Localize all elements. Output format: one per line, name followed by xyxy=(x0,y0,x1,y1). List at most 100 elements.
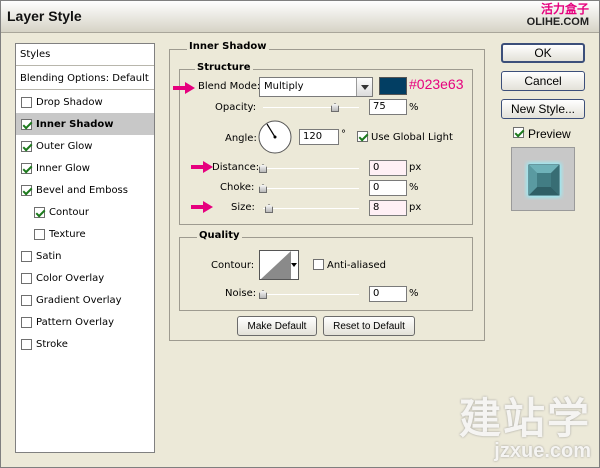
blending-options-item[interactable]: Blending Options: Default xyxy=(16,68,154,90)
style-item-checkbox[interactable] xyxy=(21,140,32,152)
noise-label: Noise: xyxy=(225,288,257,299)
preview-checkbox[interactable] xyxy=(513,127,524,138)
style-item-label: Texture xyxy=(49,228,86,240)
style-item-gradient-overlay[interactable]: Gradient Overlay xyxy=(16,289,154,311)
noise-slider-track[interactable] xyxy=(263,294,359,295)
choke-input[interactable]: 0 xyxy=(369,180,407,196)
noise-unit: % xyxy=(409,288,419,299)
distance-input[interactable]: 0 xyxy=(369,160,407,176)
opacity-unit: % xyxy=(409,102,419,113)
opacity-slider-track[interactable] xyxy=(263,107,359,108)
watermark-bottom-url: jzxue.com xyxy=(494,440,591,462)
style-item-checkbox[interactable] xyxy=(21,338,32,350)
style-item-outer-glow[interactable]: Outer Glow xyxy=(16,135,154,157)
cancel-button[interactable]: Cancel xyxy=(501,71,585,91)
distance-slider-track[interactable] xyxy=(263,168,359,169)
choke-label: Choke: xyxy=(220,182,255,193)
size-input[interactable]: 8 xyxy=(369,200,407,216)
chevron-down-icon xyxy=(356,78,372,96)
opacity-label: Opacity: xyxy=(215,102,257,113)
structure-title: Structure xyxy=(195,62,253,73)
style-item-contour[interactable]: Contour xyxy=(16,201,154,223)
style-item-label: Drop Shadow xyxy=(36,96,103,108)
contour-label: Contour: xyxy=(211,260,255,271)
style-item-checkbox[interactable] xyxy=(34,206,45,218)
blend-mode-arrow-icon xyxy=(173,82,195,94)
style-item-label: Color Overlay xyxy=(36,272,105,284)
style-item-label: Pattern Overlay xyxy=(36,316,115,328)
style-item-inner-shadow[interactable]: Inner Shadow xyxy=(16,113,154,135)
style-item-inner-glow[interactable]: Inner Glow xyxy=(16,157,154,179)
blend-mode-value: Multiply xyxy=(264,81,304,92)
style-item-pattern-overlay[interactable]: Pattern Overlay xyxy=(16,311,154,333)
style-item-checkbox[interactable] xyxy=(34,228,45,240)
styles-header[interactable]: Styles xyxy=(16,44,154,66)
color-hex-annotation: #023e63 xyxy=(409,76,464,92)
watermark-bottom-cn: 建站学 xyxy=(458,395,591,442)
style-item-label: Gradient Overlay xyxy=(36,294,122,306)
size-label: Size: xyxy=(231,202,255,213)
style-item-checkbox[interactable] xyxy=(21,250,32,262)
style-item-texture[interactable]: Texture xyxy=(16,223,154,245)
style-item-checkbox[interactable] xyxy=(21,316,32,328)
shadow-color-swatch[interactable] xyxy=(379,77,407,95)
style-item-checkbox[interactable] xyxy=(21,294,32,306)
size-slider-track[interactable] xyxy=(263,208,359,209)
styles-list: Styles Blending Options: Default Drop Sh… xyxy=(15,43,155,453)
style-item-bevel-and-emboss[interactable]: Bevel and Emboss xyxy=(16,179,154,201)
size-arrow-icon xyxy=(191,201,213,213)
inner-shadow-title: Inner Shadow xyxy=(187,41,269,52)
use-global-light-checkbox[interactable] xyxy=(357,131,368,142)
ok-button[interactable]: OK xyxy=(501,43,585,63)
style-item-label: Stroke xyxy=(36,338,68,350)
blend-mode-select[interactable]: Multiply xyxy=(259,77,373,97)
anti-aliased-checkbox[interactable] xyxy=(313,259,324,270)
style-item-label: Bevel and Emboss xyxy=(36,184,128,196)
style-item-checkbox[interactable] xyxy=(21,96,32,108)
preview-thumbnail-icon xyxy=(527,163,561,197)
use-global-light-label: Use Global Light xyxy=(371,132,453,143)
opacity-input[interactable]: 75 xyxy=(369,99,407,115)
watermark-top: 活力盒子 OLIHE.COM xyxy=(526,2,589,29)
style-item-label: Satin xyxy=(36,250,62,262)
preview-label: Preview xyxy=(528,127,571,141)
distance-unit: px xyxy=(409,162,422,173)
style-item-color-overlay[interactable]: Color Overlay xyxy=(16,267,154,289)
make-default-button[interactable]: Make Default xyxy=(237,316,317,336)
title-bar[interactable]: Layer Style 活力盒子 OLIHE.COM xyxy=(1,1,599,33)
distance-arrow-icon xyxy=(191,161,213,173)
anti-aliased-label: Anti-aliased xyxy=(327,260,387,271)
style-item-checkbox[interactable] xyxy=(21,184,32,196)
layer-style-dialog: Layer Style 活力盒子 OLIHE.COM Styles Blendi… xyxy=(0,0,600,468)
style-item-label: Contour xyxy=(49,206,89,218)
blend-mode-label: Blend Mode: xyxy=(198,81,261,92)
watermark-bottom: 建站学 jzxue.com xyxy=(458,395,591,462)
angle-label: Angle: xyxy=(225,133,257,144)
style-item-checkbox[interactable] xyxy=(21,272,32,284)
choke-slider-track[interactable] xyxy=(263,188,359,189)
angle-unit: ° xyxy=(341,129,346,140)
style-item-label: Outer Glow xyxy=(36,140,93,152)
style-item-checkbox[interactable] xyxy=(21,162,32,174)
distance-label: Distance: xyxy=(212,162,260,173)
contour-dropdown-icon xyxy=(291,263,297,267)
choke-unit: % xyxy=(409,182,419,193)
styles-header-label: Styles xyxy=(20,49,51,60)
watermark-top-site: OLIHE.COM xyxy=(526,16,589,28)
new-style-button[interactable]: New Style... xyxy=(501,99,585,119)
contour-linear-icon xyxy=(261,251,291,279)
noise-input[interactable]: 0 xyxy=(369,286,407,302)
style-item-drop-shadow[interactable]: Drop Shadow xyxy=(16,91,154,113)
reset-to-default-button[interactable]: Reset to Default xyxy=(323,316,415,336)
style-item-checkbox[interactable] xyxy=(21,118,32,130)
contour-picker[interactable] xyxy=(259,250,299,280)
blending-options-label: Blending Options: Default xyxy=(20,73,149,84)
size-unit: px xyxy=(409,202,422,213)
angle-dial[interactable] xyxy=(257,119,293,155)
style-item-satin[interactable]: Satin xyxy=(16,245,154,267)
quality-title: Quality xyxy=(197,230,242,241)
style-item-stroke[interactable]: Stroke xyxy=(16,333,154,355)
style-item-label: Inner Shadow xyxy=(36,118,114,130)
angle-input[interactable]: 120 xyxy=(299,129,339,145)
watermark-top-cn: 活力盒子 xyxy=(540,2,589,16)
